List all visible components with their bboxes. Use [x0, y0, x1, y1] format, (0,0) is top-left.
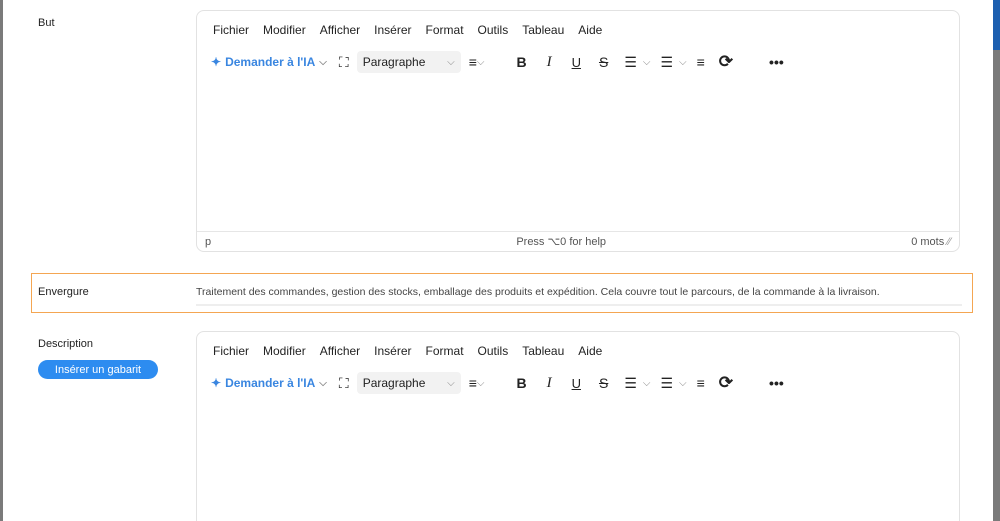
but-label: But — [38, 17, 55, 29]
block-format-value: Paragraphe — [362, 55, 426, 69]
resize-handle-icon[interactable]: ⁄⁄ — [947, 236, 951, 248]
ai-button[interactable]: ✦ Demander à l'IA ⌵ — [211, 55, 327, 69]
menu-aide[interactable]: Aide — [578, 23, 602, 47]
form-modal: But Fichier Modifier Afficher Insérer Fo… — [3, 0, 993, 521]
refresh-icon[interactable]: ⟳ — [719, 51, 733, 73]
menu-inserer[interactable]: Insérer — [374, 344, 411, 368]
chevron-down-icon: ⌵ — [319, 377, 327, 389]
more-icon[interactable]: ••• — [769, 372, 784, 394]
ai-label: Demander à l'IA — [225, 55, 316, 69]
menu-outils[interactable]: Outils — [478, 23, 509, 47]
menu-fichier[interactable]: Fichier — [213, 23, 249, 47]
underline-icon[interactable]: U — [572, 51, 581, 73]
divider — [196, 304, 962, 306]
refresh-icon[interactable]: ⟳ — [719, 372, 733, 394]
menu-inserer[interactable]: Insérer — [374, 23, 411, 47]
chevron-down-icon: ⌵ — [319, 56, 327, 68]
menu-format[interactable]: Format — [426, 23, 464, 47]
menu-fichier[interactable]: Fichier — [213, 344, 249, 368]
bold-icon[interactable]: B — [516, 51, 526, 73]
bullet-list-icon[interactable]: ☰ ⌵ — [660, 372, 686, 394]
menu-format[interactable]: Format — [426, 344, 464, 368]
underline-icon[interactable]: U — [572, 372, 581, 394]
menubar: Fichier Modifier Afficher Insérer Format… — [197, 11, 959, 47]
toolbar: ✦ Demander à l'IA ⌵ ⛶ Paragraphe ⌵ ≡ ⌵ B I U… — [197, 368, 959, 398]
envergure-label: Envergure — [38, 286, 89, 298]
fullscreen-icon[interactable]: ⛶ — [339, 372, 349, 394]
line-height-icon[interactable]: ≡ — [697, 51, 705, 73]
align-icon[interactable]: ≡ ⌵ — [469, 51, 485, 73]
background-header — [992, 0, 1000, 50]
envergure-row: Envergure Traitement des commandes, gest… — [31, 273, 973, 313]
description-label: Description — [38, 338, 94, 350]
menu-afficher[interactable]: Afficher — [320, 344, 360, 368]
block-format-value: Paragraphe — [362, 376, 426, 390]
italic-icon[interactable]: I — [547, 372, 552, 394]
menu-outils[interactable]: Outils — [478, 344, 509, 368]
menu-afficher[interactable]: Afficher — [320, 23, 360, 47]
line-height-icon[interactable]: ≡ — [697, 372, 705, 394]
menu-tableau[interactable]: Tableau — [522, 23, 564, 47]
sparkle-icon: ✦ — [211, 55, 222, 69]
strikethrough-icon[interactable]: S — [599, 51, 608, 73]
ai-button[interactable]: ✦ Demander à l'IA ⌵ — [211, 376, 327, 390]
block-format-select[interactable]: Paragraphe ⌵ — [356, 372, 461, 394]
menu-modifier[interactable]: Modifier — [263, 344, 306, 368]
menubar: Fichier Modifier Afficher Insérer Format… — [197, 332, 959, 368]
strikethrough-icon[interactable]: S — [599, 372, 608, 394]
description-editor[interactable]: Fichier Modifier Afficher Insérer Format… — [196, 331, 960, 521]
status-bar: p Press ⌥0 for help 0 mots ⁄⁄ — [197, 231, 959, 251]
block-format-select[interactable]: Paragraphe ⌵ — [356, 51, 461, 73]
envergure-value[interactable]: Traitement des commandes, gestion des st… — [196, 286, 880, 298]
numbered-list-icon[interactable]: ☰ ⌵ — [624, 372, 650, 394]
chevron-down-icon: ⌵ — [447, 377, 455, 389]
menu-modifier[interactable]: Modifier — [263, 23, 306, 47]
menu-aide[interactable]: Aide — [578, 344, 602, 368]
toolbar: ✦ Demander à l'IA ⌵ ⛶ Paragraphe ⌵ ≡ ⌵ B I U… — [197, 47, 959, 77]
ai-label: Demander à l'IA — [225, 376, 316, 390]
but-editor[interactable]: Fichier Modifier Afficher Insérer Format… — [196, 10, 960, 252]
align-icon[interactable]: ≡ ⌵ — [469, 372, 485, 394]
fullscreen-icon[interactable]: ⛶ — [339, 51, 349, 73]
element-path[interactable]: p — [205, 236, 211, 248]
bullet-list-icon[interactable]: ☰ ⌵ — [660, 51, 686, 73]
help-text: Press ⌥0 for help — [516, 236, 607, 248]
insert-template-button[interactable]: Insérer un gabarit — [38, 360, 158, 379]
menu-tableau[interactable]: Tableau — [522, 344, 564, 368]
word-count: 0 mots ⁄⁄ — [911, 235, 951, 248]
italic-icon[interactable]: I — [547, 51, 552, 73]
bold-icon[interactable]: B — [516, 372, 526, 394]
numbered-list-icon[interactable]: ☰ ⌵ — [624, 51, 650, 73]
more-icon[interactable]: ••• — [769, 51, 784, 73]
sparkle-icon: ✦ — [211, 376, 222, 390]
chevron-down-icon: ⌵ — [447, 56, 455, 68]
